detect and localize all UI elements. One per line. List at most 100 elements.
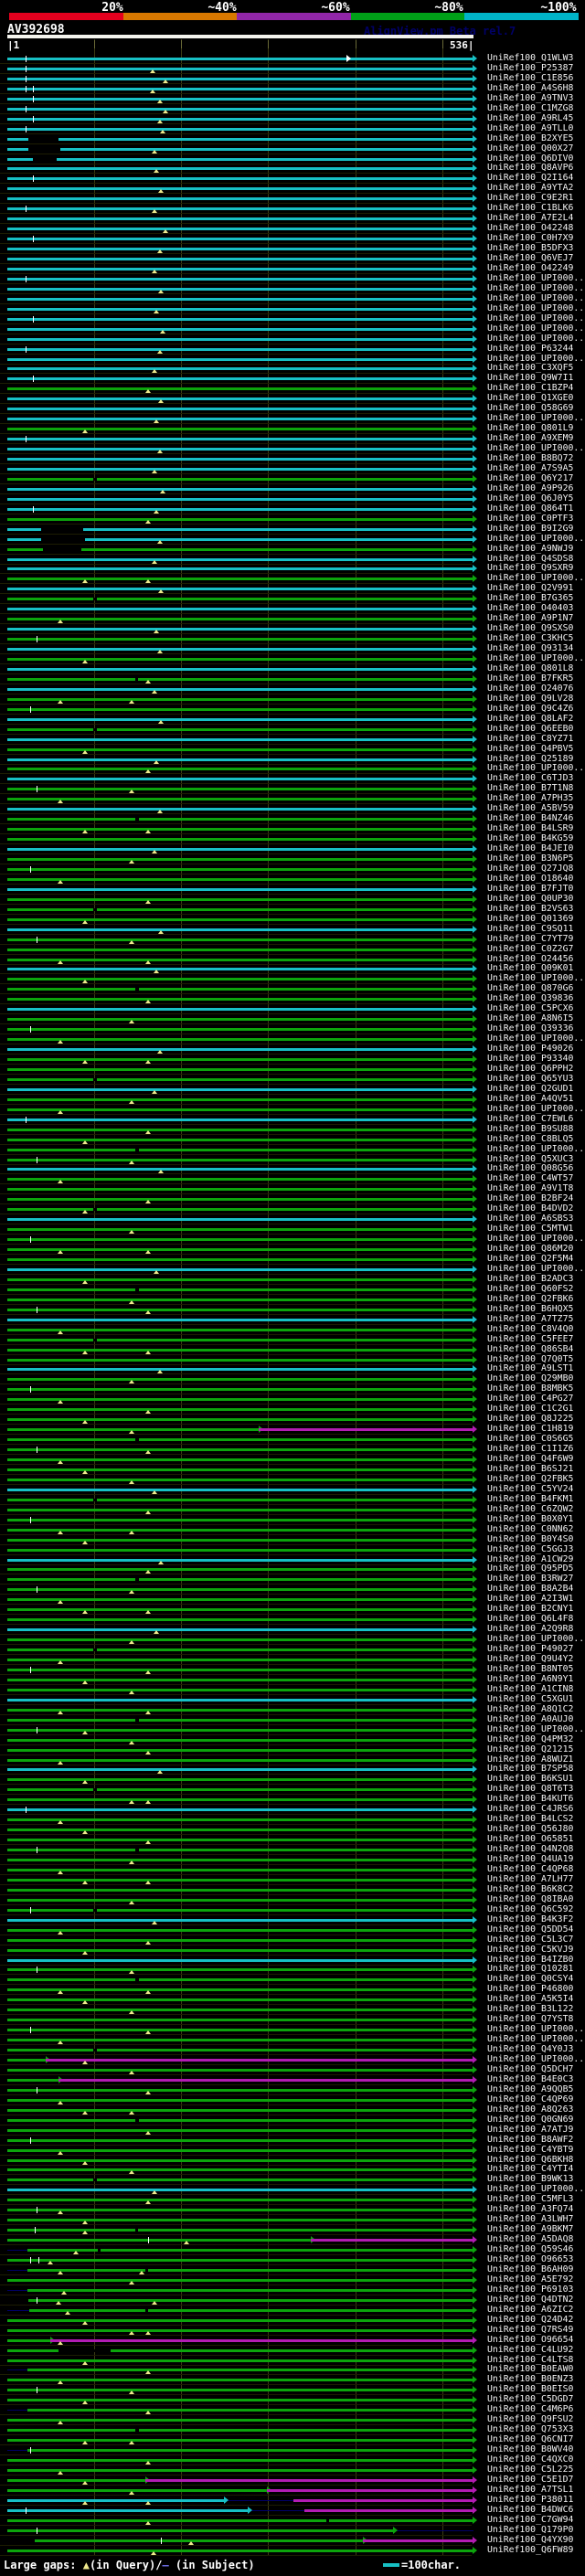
alignment-bar-segment[interactable] — [7, 2049, 473, 2052]
row-label[interactable]: UniRef100_B4LCS2 — [487, 1815, 573, 1824]
row-label[interactable]: UniRef100_Q4SDS8 — [487, 554, 573, 564]
alignment-bar-segment[interactable] — [7, 1258, 473, 1261]
alignment-bar-segment[interactable] — [7, 1508, 473, 1511]
alignment-bar-segment[interactable] — [7, 2328, 473, 2332]
row-label[interactable]: UniRef100_C4YBT9 — [487, 2145, 573, 2155]
row-label[interactable]: UniRef100_C7YT79 — [487, 934, 573, 944]
alignment-bar-segment[interactable] — [7, 1128, 473, 1131]
row-label[interactable]: UniRef100_Q6PPH2 — [487, 1064, 573, 1074]
row-label[interactable]: UniRef100_P49027 — [487, 1645, 573, 1654]
row-label[interactable]: UniRef100_A7PH35 — [487, 794, 573, 803]
alignment-bar-segment[interactable] — [7, 2168, 473, 2172]
row-label[interactable]: UniRef100_Q9SXS0 — [487, 624, 573, 633]
row-label[interactable]: UniRef100_Q93134 — [487, 644, 573, 653]
row-label[interactable]: UniRef100_Q9FSU2 — [487, 2415, 573, 2424]
alignment-bar-segment[interactable] — [7, 618, 473, 621]
row-label[interactable]: UniRef100_B6HQX5 — [487, 1304, 573, 1314]
row-label[interactable]: UniRef100_A4QV51 — [487, 1094, 573, 1104]
alignment-bar-segment[interactable] — [7, 1849, 473, 1852]
alignment-bar-segment[interactable] — [27, 2409, 473, 2412]
row-label[interactable]: UniRef100_Q9SXR9 — [487, 564, 573, 573]
row-label[interactable]: UniRef100_Q39836 — [487, 994, 573, 1003]
alignment-bar-segment[interactable] — [7, 2158, 473, 2162]
row-label[interactable]: UniRef100_C4QP69 — [487, 2094, 573, 2104]
alignment-bar-segment[interactable] — [7, 1588, 473, 1592]
alignment-bar-segment[interactable] — [7, 1938, 473, 1942]
alignment-bar-segment[interactable] — [7, 2009, 473, 2012]
row-label[interactable]: UniRef100_Q01369 — [487, 914, 573, 924]
alignment-bar-segment[interactable] — [7, 2059, 46, 2062]
row-label[interactable]: UniRef100_Q870G6 — [487, 984, 573, 993]
alignment-bar-segment[interactable] — [7, 2459, 473, 2462]
alignment-bar-segment[interactable] — [7, 1208, 473, 1212]
row-label[interactable]: UniRef100_C1I1Z6 — [487, 1445, 573, 1454]
row-label[interactable]: UniRef100_Q9U4Y2 — [487, 1655, 573, 1664]
row-label[interactable]: UniRef100_A9TLL0 — [487, 123, 573, 133]
alignment-bar-segment[interactable] — [7, 297, 473, 301]
alignment-bar-segment[interactable] — [7, 167, 473, 171]
alignment-bar-segment[interactable] — [7, 248, 473, 251]
alignment-bar-segment[interactable] — [304, 2508, 473, 2512]
alignment-bar-segment[interactable] — [7, 127, 473, 131]
row-label[interactable]: UniRef100_UPI000.. — [487, 2055, 584, 2064]
alignment-bar-segment[interactable] — [7, 2219, 473, 2222]
row-label[interactable]: UniRef100_Q00X27 — [487, 143, 573, 154]
alignment-bar-segment[interactable] — [7, 1277, 473, 1281]
row-label[interactable]: UniRef100_UPI000.. — [487, 293, 584, 303]
alignment-bar-segment[interactable] — [7, 1578, 473, 1582]
row-label[interactable]: UniRef100_C4LU92 — [487, 2345, 573, 2355]
alignment-bar-segment[interactable] — [7, 1087, 473, 1091]
alignment-bar-segment[interactable] — [7, 2229, 473, 2232]
alignment-bar-segment[interactable] — [7, 2518, 473, 2522]
row-label[interactable]: UniRef100_A8Q1C2 — [487, 1704, 573, 1714]
row-label[interactable]: UniRef100_UPI000.. — [487, 654, 584, 663]
alignment-bar-segment[interactable] — [7, 1888, 473, 1892]
alignment-bar-segment[interactable] — [7, 1908, 473, 1912]
row-label[interactable]: UniRef100_Q8T6T3 — [487, 1785, 573, 1794]
row-label[interactable]: UniRef100_A9YTA2 — [487, 184, 573, 193]
alignment-bar-segment[interactable] — [7, 838, 473, 842]
alignment-bar-segment[interactable] — [7, 2429, 473, 2433]
alignment-bar-segment[interactable] — [7, 497, 473, 501]
alignment-bar-segment[interactable] — [7, 1418, 473, 1422]
row-label[interactable]: UniRef100_A1CIN8 — [487, 1684, 573, 1694]
alignment-bar-segment[interactable] — [7, 2209, 473, 2212]
alignment-bar-segment[interactable] — [7, 1188, 473, 1192]
row-label[interactable]: UniRef100_C5XGU1 — [487, 1694, 573, 1704]
row-label[interactable]: UniRef100_P93340 — [487, 1055, 573, 1064]
row-label[interactable]: UniRef100_UPI000.. — [487, 2035, 584, 2044]
row-label[interactable]: UniRef100_UPI000.. — [487, 764, 584, 773]
row-label[interactable]: UniRef100_B4E0C3 — [487, 2074, 573, 2084]
alignment-bar-segment[interactable] — [7, 117, 473, 121]
alignment-bar-segment[interactable] — [7, 1448, 473, 1452]
alignment-bar-segment[interactable] — [7, 2259, 473, 2262]
alignment-bar-segment[interactable] — [7, 2549, 473, 2552]
alignment-bar-segment[interactable] — [7, 2148, 473, 2152]
row-label[interactable]: UniRef100_UPI000.. — [487, 414, 584, 423]
alignment-bar-segment[interactable] — [7, 798, 473, 801]
alignment-bar-segment[interactable] — [7, 1708, 473, 1712]
row-label[interactable]: UniRef100_B4KG59 — [487, 834, 573, 843]
alignment-bar-segment[interactable] — [7, 1298, 473, 1301]
row-label[interactable]: UniRef100_B7SP58 — [487, 1765, 573, 1774]
row-label[interactable]: UniRef100_C0Z2G7 — [487, 944, 573, 954]
row-label[interactable]: UniRef100_UPI000.. — [487, 273, 584, 283]
alignment-bar-segment[interactable] — [7, 1178, 473, 1182]
alignment-bar-segment[interactable] — [7, 398, 473, 401]
row-label[interactable]: UniRef100_O65851 — [487, 1835, 573, 1844]
row-label[interactable]: UniRef100_A6SBS3 — [487, 1214, 573, 1224]
alignment-bar-segment[interactable] — [7, 1077, 473, 1081]
row-label[interactable]: UniRef100_B4NZ46 — [487, 814, 573, 823]
alignment-bar-segment[interactable] — [7, 1748, 473, 1752]
row-label[interactable]: UniRef100_Q6EEB0 — [487, 724, 573, 734]
row-label[interactable]: UniRef100_B4LSR9 — [487, 824, 573, 833]
alignment-bar-segment[interactable] — [7, 2029, 473, 2032]
alignment-bar-segment[interactable] — [7, 1528, 473, 1532]
row-label[interactable]: UniRef100_UPI000.. — [487, 303, 584, 313]
alignment-bar-segment[interactable] — [7, 277, 473, 281]
row-label[interactable]: UniRef100_Q864T1 — [487, 504, 573, 514]
row-label[interactable]: UniRef100_C5GGJ3 — [487, 1544, 573, 1554]
row-label[interactable]: UniRef100_C4YTI4 — [487, 2165, 573, 2174]
alignment-bar-segment[interactable] — [7, 287, 473, 291]
row-label[interactable]: UniRef100_B7FKR5 — [487, 673, 573, 684]
